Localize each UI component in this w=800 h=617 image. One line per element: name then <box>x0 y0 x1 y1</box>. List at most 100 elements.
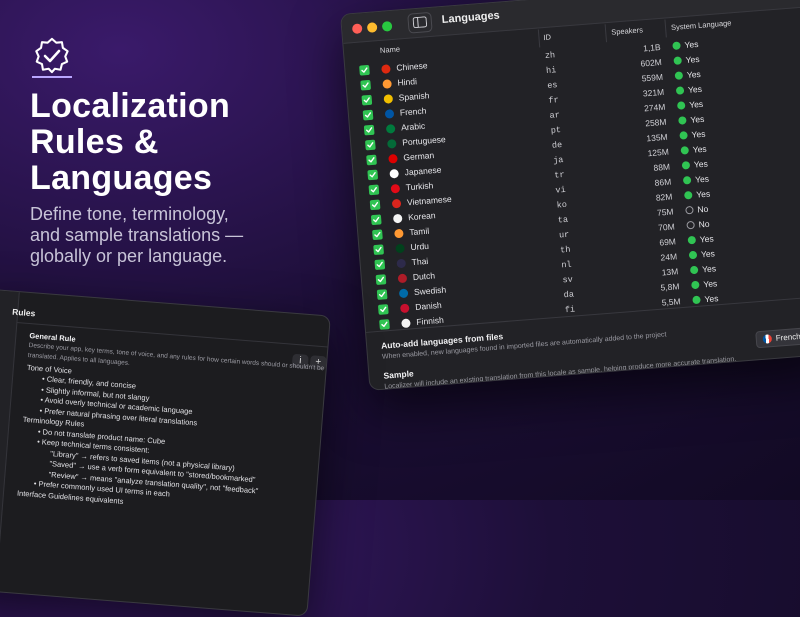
enabled-checkbox[interactable] <box>370 214 382 226</box>
column-header-name[interactable]: Name <box>379 38 401 62</box>
enabled-checkbox[interactable] <box>376 289 388 300</box>
x-circle-icon <box>685 205 694 215</box>
column-header-speakers[interactable]: Speakers <box>610 19 643 43</box>
minimize-window-button[interactable] <box>366 22 378 33</box>
language-id: ta <box>557 214 569 226</box>
flag-icon <box>398 288 409 299</box>
checkmark-icon <box>366 127 373 133</box>
speakers-count: 1,1B <box>642 41 661 54</box>
enabled-checkbox[interactable] <box>375 274 387 285</box>
enabled-checkbox[interactable] <box>360 79 372 91</box>
enabled-checkbox[interactable] <box>366 154 377 166</box>
sample-description: Localizer will include an existing trans… <box>384 355 737 391</box>
system-language-value: Yes <box>692 143 707 155</box>
language-name: Swedish <box>413 284 447 298</box>
sample-language-select[interactable]: French <box>755 326 800 349</box>
check-circle-icon <box>679 131 688 140</box>
close-window-button[interactable] <box>351 23 363 35</box>
language-id: vi <box>555 184 567 196</box>
language-name: Hindi <box>397 76 418 88</box>
flag-icon <box>399 303 410 314</box>
checkmark-icon <box>361 67 368 73</box>
flag-icon <box>762 334 773 344</box>
check-circle-icon <box>676 101 686 110</box>
language-name: Danish <box>414 299 442 312</box>
speakers-count: 75M <box>656 206 674 218</box>
checkmark-icon <box>374 231 381 238</box>
system-language-value: Yes <box>704 293 719 305</box>
enabled-checkbox[interactable] <box>361 94 373 106</box>
speakers-count: 125M <box>647 146 670 159</box>
speakers-count: 258M <box>644 116 667 129</box>
language-name: Japanese <box>404 164 442 178</box>
column-divider[interactable] <box>604 24 608 43</box>
sidebar-toggle-button[interactable] <box>407 11 433 34</box>
language-name: French <box>399 105 427 118</box>
speakers-count: 321M <box>642 86 665 99</box>
check-circle-icon <box>672 41 681 50</box>
speakers-count: 86M <box>654 176 672 188</box>
headline-line: Languages <box>30 159 213 197</box>
system-language-value: Yes <box>694 173 710 185</box>
headline-line: Localization <box>30 87 231 125</box>
languages-window: Languages Name ID Speakers System Langua… <box>340 0 800 391</box>
checkmark-icon <box>378 291 386 298</box>
enabled-checkbox[interactable] <box>377 304 389 315</box>
rules-window: Rules i + General Rule Describe your app,… <box>0 288 331 617</box>
system-language-value: Yes <box>687 83 703 95</box>
system-language-value: Yes <box>701 263 717 275</box>
rules-editor[interactable]: General Rule Describe your app, key terms… <box>0 289 330 505</box>
sample-language-value: French <box>775 331 800 343</box>
column-divider[interactable] <box>664 19 667 38</box>
checkmark-icon <box>377 276 385 283</box>
check-circle-icon <box>673 56 683 65</box>
zoom-window-button[interactable] <box>381 20 393 32</box>
enabled-checkbox[interactable] <box>367 169 379 181</box>
speakers-count: 82M <box>655 191 673 203</box>
column-divider[interactable] <box>537 29 541 48</box>
speakers-count: 602M <box>640 56 663 69</box>
speakers-count: 559M <box>641 71 664 84</box>
verified-badge-icon <box>35 37 69 74</box>
subhead-line: and sample translations — <box>30 225 244 245</box>
enabled-checkbox[interactable] <box>363 124 375 136</box>
speakers-count: 24M <box>660 251 678 263</box>
check-circle-icon <box>691 280 700 290</box>
column-header-id[interactable]: ID <box>543 27 552 50</box>
check-circle-icon <box>683 190 693 200</box>
checkmark-icon <box>368 157 375 163</box>
flag-icon <box>397 273 408 284</box>
flag-icon <box>384 109 395 119</box>
enabled-checkbox[interactable] <box>373 244 384 256</box>
speakers-count: 88M <box>653 161 671 173</box>
language-id: tr <box>553 169 565 181</box>
system-language-value: Yes <box>684 38 699 51</box>
check-circle-icon <box>682 175 692 185</box>
system-language-value: No <box>698 218 710 230</box>
check-circle-icon <box>688 250 698 260</box>
language-id: ko <box>556 199 568 211</box>
system-language-value: Yes <box>685 53 700 66</box>
checkmark-icon <box>367 142 374 148</box>
enabled-checkbox[interactable] <box>374 259 386 271</box>
enabled-checkbox[interactable] <box>359 64 370 76</box>
enabled-checkbox[interactable] <box>379 319 390 330</box>
enabled-checkbox[interactable] <box>364 139 376 151</box>
subheadline: Define tone, terminology, and sample tra… <box>30 204 243 267</box>
system-language-value: Yes <box>689 113 705 125</box>
system-language-value: Yes <box>702 278 718 290</box>
language-id: hi <box>545 65 557 76</box>
language-name: Turkish <box>405 180 434 193</box>
language-name: Arabic <box>400 120 426 133</box>
checkmark-icon <box>373 216 380 223</box>
sample-title: Sample <box>383 368 415 381</box>
language-id: es <box>546 80 558 91</box>
enabled-checkbox[interactable] <box>362 109 374 121</box>
checkmark-icon <box>363 97 370 103</box>
system-language-value: Yes <box>688 98 704 110</box>
enabled-checkbox[interactable] <box>369 199 381 211</box>
enabled-checkbox[interactable] <box>368 184 380 196</box>
language-name: Portuguese <box>401 134 447 148</box>
enabled-checkbox[interactable] <box>372 229 383 241</box>
language-name: Spanish <box>398 90 430 103</box>
